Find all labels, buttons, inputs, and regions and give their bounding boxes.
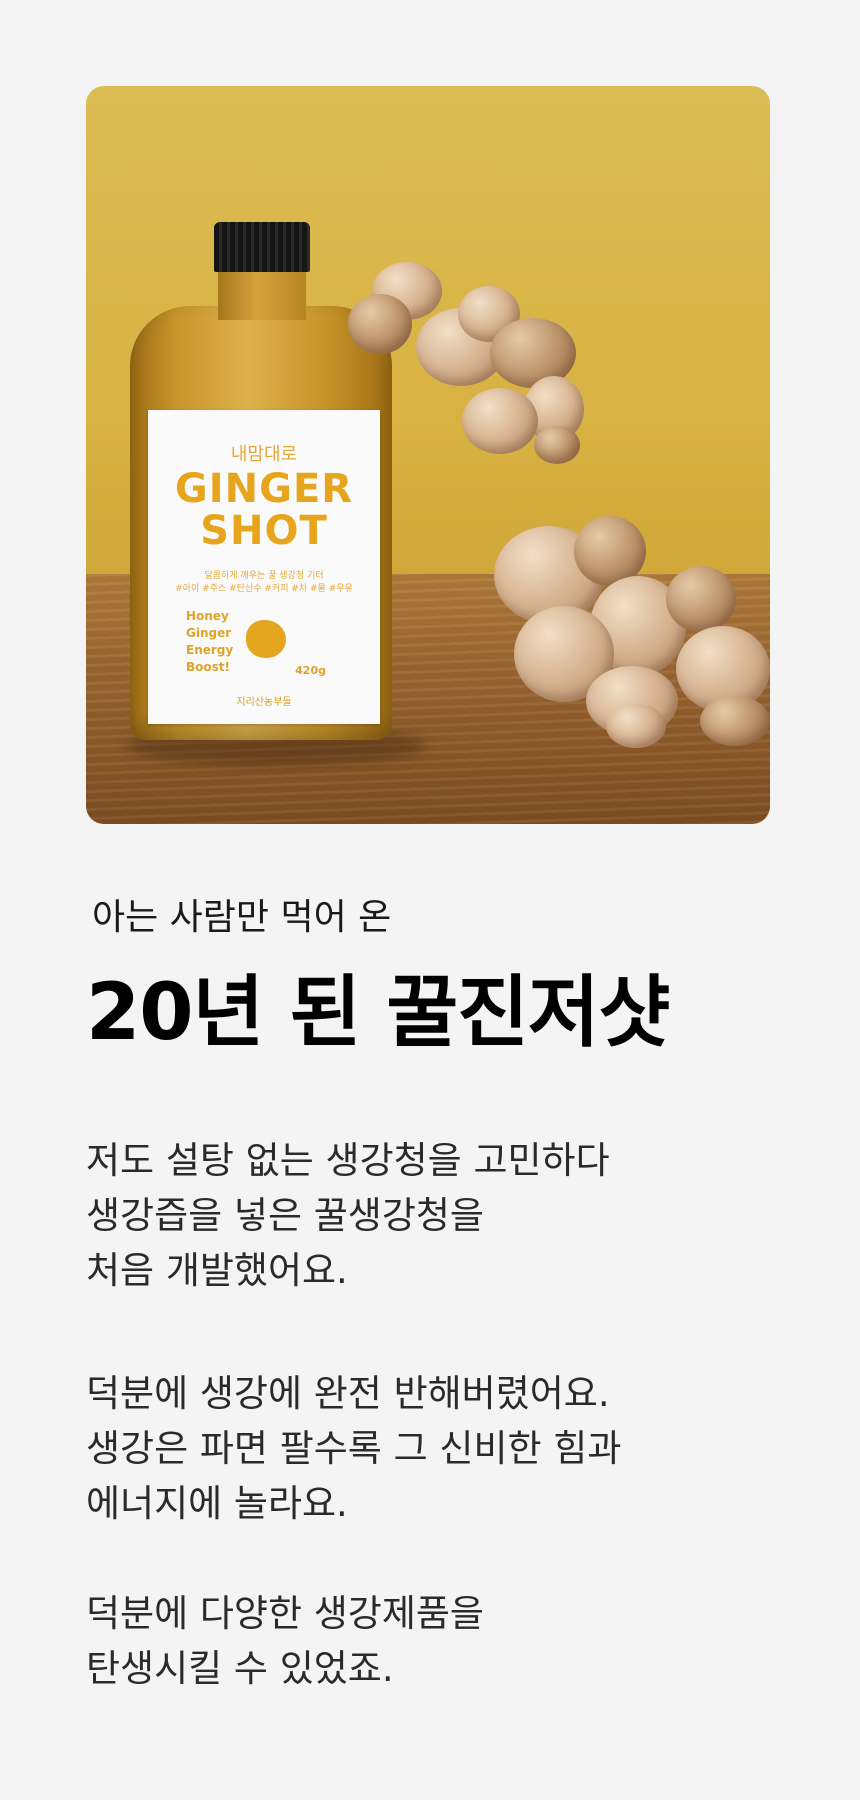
label-brand: GINGER SHOT — [148, 468, 380, 552]
story-paragraph-3: 덕분에 다양한 생강제품을 탄생시킬 수 있었죠. — [86, 1592, 484, 1690]
bottle-label: 내맘대로 GINGER SHOT 달콤하게 깨우는 꿀 생강청 기터 #아이 #… — [148, 410, 380, 724]
label-brand-line2: SHOT — [200, 508, 328, 554]
intro-title: 20년 된 꿀진저샷 — [86, 968, 670, 1058]
label-subline: 달콤하게 깨우는 꿀 생강청 기터 #아이 #주스 #탄산수 #커피 #차 #물… — [148, 568, 380, 594]
bottle-cap — [214, 222, 310, 272]
label-tagline: #아이 #주스 #탄산수 #커피 #차 #물 #우유 — [175, 584, 353, 594]
story-paragraph-2: 덕분에 생강에 완전 반해버렸어요. 생강은 파면 팔수록 그 신비한 힘과 에… — [86, 1372, 622, 1525]
label-brand-line1: GINGER — [174, 466, 354, 512]
product-detail-page: 내맘대로 GINGER SHOT 달콤하게 깨우는 꿀 생강청 기터 #아이 #… — [0, 0, 860, 1800]
product-photo: 내맘대로 GINGER SHOT 달콤하게 깨우는 꿀 생강청 기터 #아이 #… — [86, 86, 770, 824]
label-top-text: 내맘대로 — [230, 444, 298, 465]
intro-subtitle: 아는 사람만 먹어 온 — [92, 897, 392, 938]
mascot-icon — [246, 620, 286, 658]
label-weight: 420g — [295, 664, 326, 677]
label-maker: 지리산농부들 — [236, 697, 292, 708]
label-description: Honey Ginger Energy Boost! — [186, 609, 234, 674]
story-paragraph-1: 저도 설탕 없는 생강청을 고민하다 생강즙을 넣은 꿀생강청을 처음 개발했어… — [86, 1139, 610, 1292]
